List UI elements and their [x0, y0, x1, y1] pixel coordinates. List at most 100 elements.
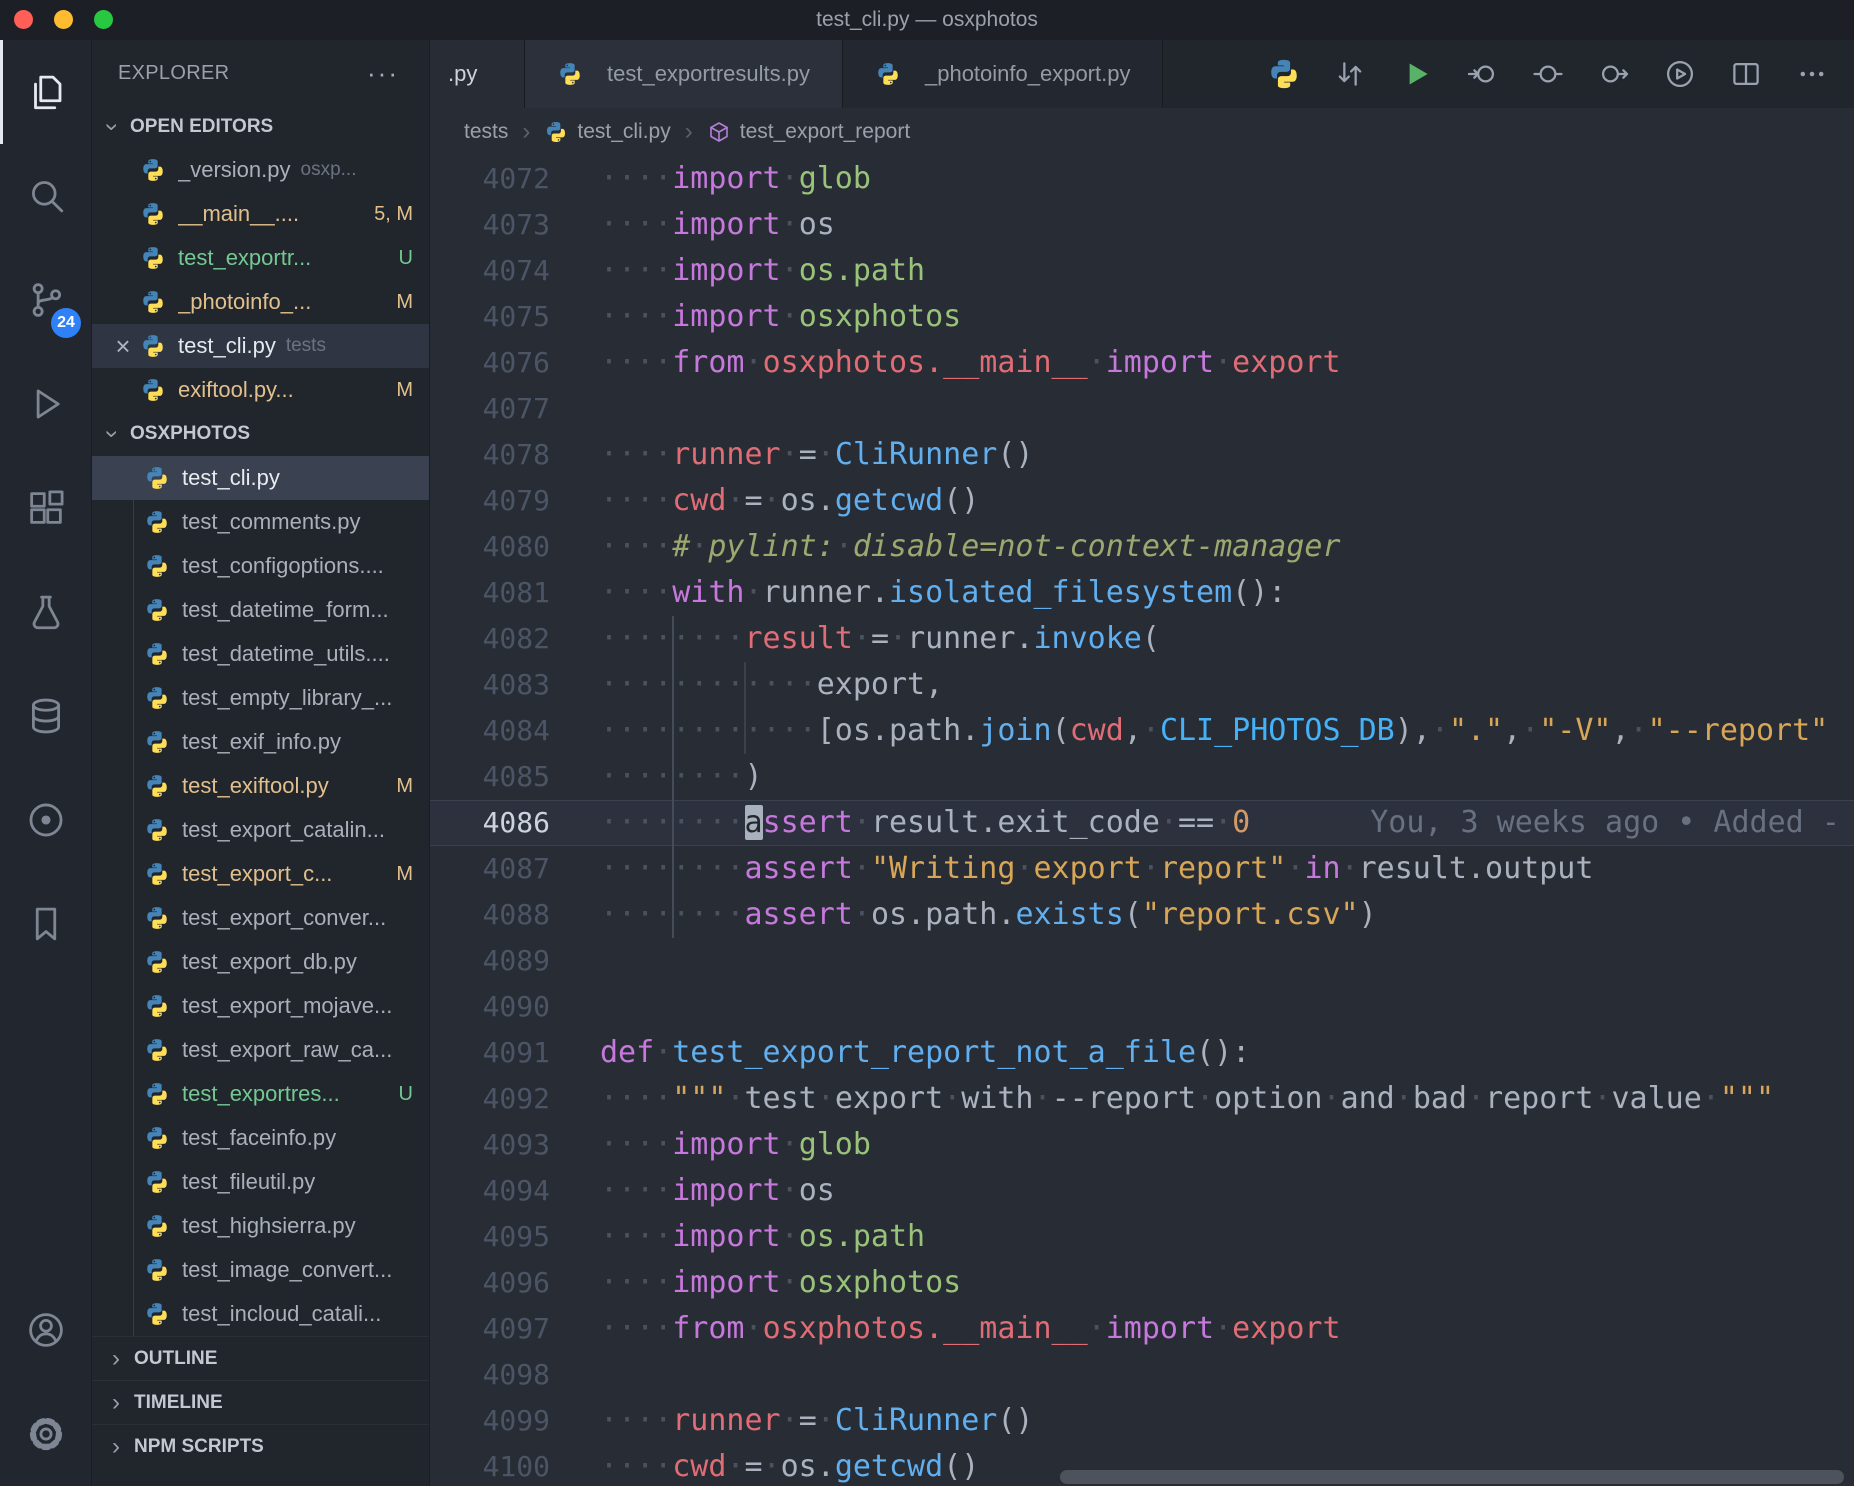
code-line-4094[interactable]: 4094····import·os	[430, 1168, 1854, 1214]
code-line-4095[interactable]: 4095····import·os.path	[430, 1214, 1854, 1260]
section-npm-scripts[interactable]: ›NPM SCRIPTS	[92, 1424, 429, 1468]
code-line-4097[interactable]: 4097····from·osxphotos.__main__·import·e…	[430, 1306, 1854, 1352]
line-number[interactable]: 4098	[430, 1352, 550, 1398]
tree-item-test-export-mojave[interactable]: test_export_mojave...	[92, 984, 429, 1028]
code-line-4075[interactable]: 4075····import·osxphotos	[430, 294, 1854, 340]
tree-item-test-image-convert[interactable]: test_image_convert...	[92, 1248, 429, 1292]
tree-item-test-configoptions[interactable]: test_configoptions....	[92, 544, 429, 588]
open-editor-item-photoinfo[interactable]: _photoinfo_...M	[92, 280, 429, 324]
open-editor-item-test-cli-py[interactable]: ×test_cli.pytests	[92, 324, 429, 368]
line-number[interactable]: 4095	[430, 1214, 550, 1260]
line-number[interactable]: 4087	[430, 846, 550, 892]
tree-item-test-datetime-utils[interactable]: test_datetime_utils....	[92, 632, 429, 676]
database-icon[interactable]	[0, 664, 91, 768]
project-section-header[interactable]: › OSXPHOTOS	[92, 412, 429, 456]
record-icon[interactable]	[0, 768, 91, 872]
code-line-4092[interactable]: 4092····"""·test·export·with·--report·op…	[430, 1076, 1854, 1122]
code-line-4083[interactable]: 4083············export,	[430, 662, 1854, 708]
more-actions-icon[interactable]: ···	[367, 58, 399, 89]
line-number[interactable]: 4075	[430, 294, 550, 340]
more-actions-icon[interactable]	[1784, 50, 1840, 98]
code-line-4078[interactable]: 4078····runner·=·CliRunner()	[430, 432, 1854, 478]
line-number[interactable]: 4083	[430, 662, 550, 708]
code-line-4074[interactable]: 4074····import·os.path	[430, 248, 1854, 294]
python-logo-icon[interactable]	[1256, 50, 1312, 98]
run-python-file-icon[interactable]	[1388, 50, 1444, 98]
open-changes-icon[interactable]	[1322, 50, 1378, 98]
code-line-4088[interactable]: 4088········assert·os.path.exists("repor…	[430, 892, 1854, 938]
run-above-icon[interactable]	[1454, 50, 1510, 98]
code-line-4073[interactable]: 4073····import·os	[430, 202, 1854, 248]
horizontal-scrollbar[interactable]	[1060, 1470, 1844, 1484]
tree-item-test-faceinfo-py[interactable]: test_faceinfo.py	[92, 1116, 429, 1160]
line-number[interactable]: 4084	[430, 708, 550, 754]
testing-beaker-icon[interactable]	[0, 560, 91, 664]
tree-item-test-datetime-form[interactable]: test_datetime_form...	[92, 588, 429, 632]
line-number[interactable]: 4085	[430, 754, 550, 800]
line-number[interactable]: 4073	[430, 202, 550, 248]
line-number[interactable]: 4090	[430, 984, 550, 1030]
code-line-4091[interactable]: 4091def·test_export_report_not_a_file():	[430, 1030, 1854, 1076]
code-line-4089[interactable]: 4089	[430, 938, 1854, 984]
line-number[interactable]: 4072	[430, 156, 550, 202]
run-all-icon[interactable]	[1652, 50, 1708, 98]
search-icon[interactable]	[0, 144, 91, 248]
code-line-4098[interactable]: 4098	[430, 1352, 1854, 1398]
line-number[interactable]: 4080	[430, 524, 550, 570]
open-editor-item-version-py[interactable]: _version.pyosxp...	[92, 148, 429, 192]
tree-item-test-exif-info-py[interactable]: test_exif_info.py	[92, 720, 429, 764]
code-line-4096[interactable]: 4096····import·osxphotos	[430, 1260, 1854, 1306]
breadcrumb-item-tests[interactable]: tests	[464, 120, 508, 144]
tree-item-test-exiftool-py[interactable]: test_exiftool.pyM	[92, 764, 429, 808]
run-below-icon[interactable]	[1586, 50, 1642, 98]
open-editor-item-exiftool-py[interactable]: exiftool.py...M	[92, 368, 429, 412]
code-line-4099[interactable]: 4099····runner·=·CliRunner()	[430, 1398, 1854, 1444]
breadcrumb-item-test-cli-py[interactable]: test_cli.py	[544, 120, 670, 144]
line-number[interactable]: 4074	[430, 248, 550, 294]
zoom-window-button[interactable]	[94, 10, 113, 29]
code-line-4087[interactable]: 4087········assert·"Writing·export·repor…	[430, 846, 1854, 892]
section-outline[interactable]: ›OUTLINE	[92, 1336, 429, 1380]
breadcrumb-item-test-export-report[interactable]: test_export_report	[707, 120, 910, 144]
close-window-button[interactable]	[14, 10, 33, 29]
line-number[interactable]: 4078	[430, 432, 550, 478]
line-number[interactable]: 4086	[430, 800, 550, 846]
minimize-window-button[interactable]	[54, 10, 73, 29]
extensions-icon[interactable]	[0, 456, 91, 560]
line-number[interactable]: 4088	[430, 892, 550, 938]
tree-item-test-export-catalin[interactable]: test_export_catalin...	[92, 808, 429, 852]
line-number[interactable]: 4099	[430, 1398, 550, 1444]
line-number[interactable]: 4079	[430, 478, 550, 524]
line-number[interactable]: 4092	[430, 1076, 550, 1122]
line-number[interactable]: 4096	[430, 1260, 550, 1306]
code-line-4081[interactable]: 4081····with·runner.isolated_filesystem(…	[430, 570, 1854, 616]
account-icon[interactable]	[0, 1278, 91, 1382]
code-line-4085[interactable]: 4085········)	[430, 754, 1854, 800]
open-editor-item-main[interactable]: __main__....5, M	[92, 192, 429, 236]
code-line-4082[interactable]: 4082········result·=·runner.invoke(	[430, 616, 1854, 662]
settings-gear-icon[interactable]	[0, 1382, 91, 1486]
run-cell-icon[interactable]	[1520, 50, 1576, 98]
code-line-4080[interactable]: 4080····#·pylint:·disable=not-context-ma…	[430, 524, 1854, 570]
code-line-4072[interactable]: 4072····import·glob	[430, 156, 1854, 202]
tree-item-test-export-db-py[interactable]: test_export_db.py	[92, 940, 429, 984]
code-line-4079[interactable]: 4079····cwd·=·os.getcwd()	[430, 478, 1854, 524]
tab-test-exportresults-py[interactable]: test_exportresults.py	[525, 40, 843, 108]
line-number[interactable]: 4097	[430, 1306, 550, 1352]
line-number[interactable]: 4076	[430, 340, 550, 386]
tab-py[interactable]: .py	[430, 40, 525, 108]
tree-item-test-export-conver[interactable]: test_export_conver...	[92, 896, 429, 940]
line-number[interactable]: 4089	[430, 938, 550, 984]
code-line-4093[interactable]: 4093····import·glob	[430, 1122, 1854, 1168]
tree-item-test-incloud-catali[interactable]: test_incloud_catali...	[92, 1292, 429, 1336]
tree-item-test-exportres[interactable]: test_exportres...U	[92, 1072, 429, 1116]
close-editor-icon[interactable]: ×	[106, 331, 140, 362]
line-number[interactable]: 4091	[430, 1030, 550, 1076]
code-line-4084[interactable]: 4084············[os.path.join(cwd,·CLI_P…	[430, 708, 1854, 754]
tree-item-test-empty-library[interactable]: test_empty_library_...	[92, 676, 429, 720]
tree-item-test-comments-py[interactable]: test_comments.py	[92, 500, 429, 544]
tree-item-test-highsierra-py[interactable]: test_highsierra.py	[92, 1204, 429, 1248]
code-line-4086[interactable]: 4086········assert·result.exit_code·==·0…	[430, 800, 1854, 846]
code-line-4076[interactable]: 4076····from·osxphotos.__main__·import·e…	[430, 340, 1854, 386]
tab-photoinfo-export-py[interactable]: _photoinfo_export.py	[843, 40, 1164, 108]
